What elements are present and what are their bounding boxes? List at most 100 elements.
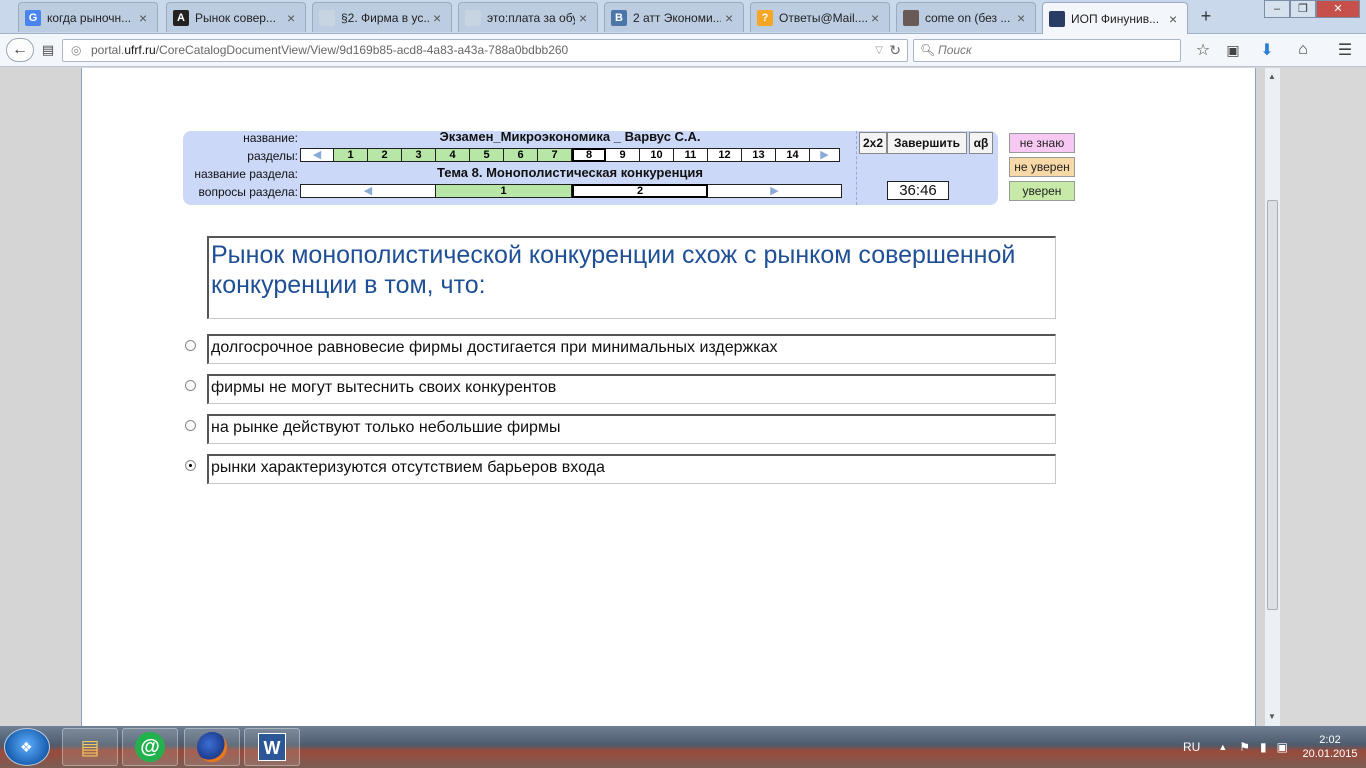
tab-favicon-icon [1049, 10, 1065, 27]
tab-3[interactable]: §2. Фирма в ус... × [312, 2, 452, 32]
section-7-button[interactable]: 7 [538, 148, 572, 162]
tab-7[interactable]: come on (без ... × [896, 2, 1036, 32]
tab-6[interactable]: ? Ответы@Mail.... × [750, 2, 890, 32]
scroll-up-arrow[interactable]: ▲ [1268, 72, 1276, 81]
questions-prev-button[interactable]: ◀ [300, 184, 436, 198]
calculator-2x2-button[interactable]: 2x2 [859, 132, 887, 154]
tab-close-icon[interactable]: × [1169, 11, 1181, 27]
tab-favicon-icon: A [173, 9, 189, 26]
home-button[interactable]: ⌂ [1292, 38, 1314, 62]
action-center-icon[interactable]: ⚑ [1239, 740, 1250, 754]
reload-icon[interactable]: ↻ [889, 40, 901, 61]
folder-icon: ▤ [80, 736, 100, 759]
tab-close-icon[interactable]: × [139, 10, 151, 26]
taskbar: ❖ ▤ @ W RU ▲ ⚑ ▮ ▣ 2:02 20.01.2015 [0, 726, 1366, 768]
question-1-button[interactable]: 1 [436, 184, 572, 198]
search-input[interactable]: 🔍︎ Поиск [913, 39, 1181, 62]
tab-close-icon[interactable]: × [287, 10, 299, 26]
dropdown-icon[interactable]: ▽ [875, 40, 883, 61]
maximize-button[interactable]: ❐ [1290, 0, 1316, 18]
tab-8[interactable]: ИОП Финунив... × [1042, 2, 1188, 34]
tab-close-icon[interactable]: × [579, 10, 591, 26]
back-button[interactable]: ← [6, 38, 34, 62]
answer-text-1[interactable]: долгосрочное равновесие фирмы достигаетс… [207, 334, 1056, 364]
section-13-button[interactable]: 13 [742, 148, 776, 162]
home-icon: ⌂ [1298, 41, 1308, 58]
section-5-button[interactable]: 5 [470, 148, 504, 162]
answer-radio-3[interactable] [185, 420, 196, 431]
explorer-taskbar-button[interactable]: ▤ [62, 728, 118, 766]
answer-text-3[interactable]: на рынке действуют только небольшие фирм… [207, 414, 1056, 444]
not-sure-button[interactable]: не уверен [1009, 157, 1075, 177]
answer-text-4[interactable]: рынки характеризуются отсутствием барьер… [207, 454, 1056, 484]
word-taskbar-button[interactable]: W [244, 728, 300, 766]
word-icon: W [258, 733, 286, 761]
tab-favicon-icon: ? [757, 9, 773, 26]
tab-label: 2 атт Экономи... [633, 10, 721, 25]
scrollbar-thumb[interactable] [1267, 200, 1278, 610]
tab-close-icon[interactable]: × [433, 10, 445, 26]
sure-button[interactable]: уверен [1009, 181, 1075, 201]
sections-prev-button[interactable]: ◀ [300, 148, 334, 162]
sections-nav: ◀ 1 2 3 4 5 6 7 8 9 10 11 12 13 14 ▶ [300, 148, 840, 162]
answer-radio-1[interactable] [185, 340, 196, 351]
section-4-button[interactable]: 4 [436, 148, 470, 162]
mail-agent-taskbar-button[interactable]: @ [122, 728, 178, 766]
section-2-button[interactable]: 2 [368, 148, 402, 162]
finish-button[interactable]: Завершить [887, 132, 967, 154]
power-icon[interactable]: ▮ [1260, 740, 1267, 754]
library-button[interactable]: ▤ [38, 38, 58, 62]
timer: 36:46 [887, 181, 949, 200]
tab-4[interactable]: это:плата за обуч... × [458, 2, 598, 32]
section-6-button[interactable]: 6 [504, 148, 538, 162]
section-9-button[interactable]: 9 [606, 148, 640, 162]
section-3-button[interactable]: 3 [402, 148, 436, 162]
tab-2[interactable]: A Рынок совер... × [166, 2, 306, 32]
firefox-icon [197, 732, 227, 762]
start-button[interactable]: ❖ [4, 728, 50, 766]
firefox-taskbar-button[interactable] [184, 728, 240, 766]
section-12-button[interactable]: 12 [708, 148, 742, 162]
mail-agent-icon: @ [135, 732, 165, 762]
show-hidden-icons-icon[interactable]: ▲ [1218, 742, 1227, 752]
network-icon[interactable]: ▣ [1277, 740, 1288, 754]
arrow-left-icon: ← [12, 41, 28, 58]
tab-close-icon[interactable]: × [1017, 10, 1029, 26]
question-2-button[interactable]: 2 [572, 184, 708, 198]
section-11-button[interactable]: 11 [674, 148, 708, 162]
bookmark-button[interactable]: ☆ [1192, 38, 1214, 62]
answer-radio-4[interactable] [185, 460, 196, 471]
tab-5[interactable]: B 2 атт Экономи... × [604, 2, 744, 32]
clock[interactable]: 2:02 20.01.2015 [1300, 733, 1360, 761]
scroll-down-arrow[interactable]: ▼ [1268, 712, 1276, 721]
questions-next-button[interactable]: ▶ [708, 184, 842, 198]
vertical-scrollbar[interactable]: ▲ ▼ [1264, 68, 1280, 726]
hamburger-icon: ☰ [1337, 42, 1353, 59]
alpha-beta-button[interactable]: αβ [969, 132, 993, 154]
tab-close-icon[interactable]: × [725, 10, 737, 26]
answer-text-2[interactable]: фирмы не могут вытеснить своих конкурент… [207, 374, 1056, 404]
language-indicator[interactable]: RU [1183, 740, 1200, 754]
tab-label: ИОП Финунив... [1071, 11, 1160, 26]
tab-close-icon[interactable]: × [871, 10, 883, 26]
close-window-button[interactable]: ✕ [1316, 0, 1360, 18]
answer-radio-2[interactable] [185, 380, 196, 391]
section-10-button[interactable]: 10 [640, 148, 674, 162]
reader-button[interactable]: ▣ [1222, 38, 1244, 62]
downloads-button[interactable]: ⬇ [1256, 38, 1278, 62]
tab-1[interactable]: Gкогда рыночн... × [18, 2, 158, 32]
section-8-button[interactable]: 8 [572, 148, 606, 162]
menu-button[interactable]: ☰ [1334, 38, 1356, 62]
minimize-button[interactable]: – [1264, 0, 1290, 18]
new-tab-button[interactable]: + [1196, 6, 1216, 26]
download-arrow-icon: ⬇ [1260, 42, 1274, 59]
question-text: Рынок монополистической конкуренции схож… [207, 236, 1056, 319]
address-bar[interactable]: ◎ portal.ufrf.ru/CoreCatalogDocumentView… [62, 39, 908, 62]
exam-title: Экзамен_Микроэкономика _ Варвус С.А. [439, 129, 701, 144]
sections-next-button[interactable]: ▶ [810, 148, 840, 162]
section-1-button[interactable]: 1 [334, 148, 368, 162]
window-controls: – ❐ ✕ [1264, 0, 1360, 18]
section-14-button[interactable]: 14 [776, 148, 810, 162]
dont-know-button[interactable]: не знаю [1009, 133, 1075, 153]
tab-label: come on (без ... [925, 10, 1011, 25]
